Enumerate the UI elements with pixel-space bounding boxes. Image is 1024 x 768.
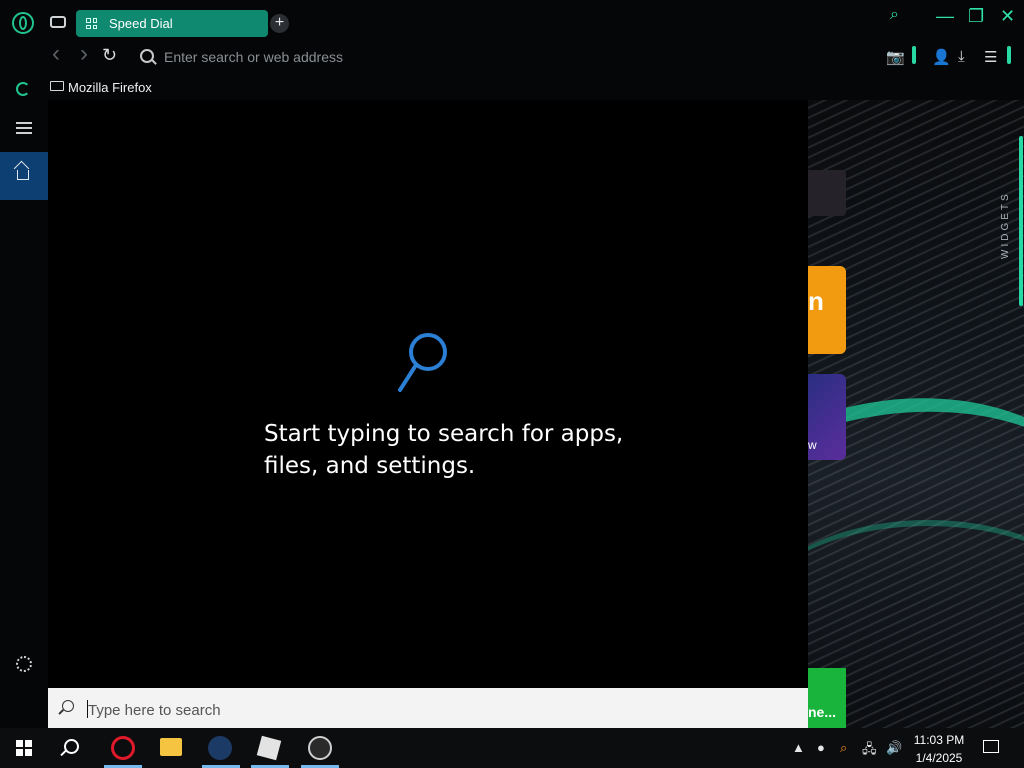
- forward-button[interactable]: ›: [80, 40, 88, 68]
- restore-button[interactable]: ❐: [968, 6, 984, 27]
- close-button[interactable]: ✕: [1000, 6, 1015, 27]
- search-hint-text: Start typing to search for apps, files, …: [264, 418, 644, 482]
- hamburger-menu-icon[interactable]: [16, 122, 32, 134]
- home-icon: [17, 170, 29, 180]
- sync-icon[interactable]: [16, 82, 30, 96]
- minimize-button[interactable]: —: [936, 6, 954, 27]
- start-search-panel: [0, 100, 808, 688]
- settings-gear-icon[interactable]: [16, 656, 32, 672]
- volume-icon[interactable]: 🔊: [886, 740, 902, 756]
- download-icon[interactable]: ⤓: [958, 48, 965, 65]
- new-tab-button[interactable]: +: [270, 14, 289, 33]
- tray-app-icon[interactable]: ▲: [792, 740, 805, 755]
- search-tabs-icon[interactable]: ⌕: [890, 6, 899, 24]
- taskbar-search-input[interactable]: [86, 696, 690, 724]
- camera-icon[interactable]: 📷: [886, 48, 905, 66]
- speed-dial-grid-icon: [86, 18, 97, 29]
- opera-menu-icon[interactable]: [12, 12, 34, 34]
- speed-dial-tile[interactable]: w: [808, 374, 846, 460]
- tile-label: n: [808, 286, 824, 316]
- hint-line: Start typing to search for apps,: [264, 421, 624, 447]
- sidebar-indicator: [912, 46, 916, 64]
- reload-button[interactable]: ↻: [102, 45, 117, 66]
- easy-setup-icon[interactable]: ☰: [984, 48, 997, 66]
- windows-start-icon[interactable]: [16, 740, 32, 756]
- folder-icon: [50, 81, 64, 91]
- address-bar-input[interactable]: [162, 45, 666, 69]
- obs-icon[interactable]: [308, 736, 332, 760]
- speed-dial-tile[interactable]: [808, 170, 846, 216]
- widgets-tab-label[interactable]: WIDGETS: [1000, 180, 1020, 270]
- tile-label: w: [808, 438, 817, 452]
- steam-icon[interactable]: [208, 736, 232, 760]
- taskbar-search-icon[interactable]: [64, 739, 79, 754]
- file-explorer-icon[interactable]: [160, 738, 182, 756]
- tile-label: ne...: [808, 704, 837, 720]
- action-center-icon[interactable]: [983, 740, 999, 753]
- search-icon: [62, 700, 74, 712]
- tab-speed-dial[interactable]: Speed Dial: [76, 10, 268, 37]
- widgets-indicator: [1019, 136, 1023, 306]
- back-button[interactable]: ‹: [52, 40, 60, 68]
- speed-dial-tile[interactable]: n: [808, 266, 846, 354]
- gamepad-icon[interactable]: [50, 16, 66, 28]
- clock-time: 11:03 PM: [913, 733, 965, 747]
- opera-icon[interactable]: [111, 736, 135, 760]
- sidebar-indicator: [1007, 46, 1011, 64]
- account-icon[interactable]: 👤: [932, 48, 951, 66]
- clock-date: 1/4/2025: [915, 751, 963, 765]
- magnifier-icon: [398, 333, 447, 392]
- bookmark-folder-mozilla-firefox[interactable]: Mozilla Firefox: [68, 80, 152, 95]
- system-clock[interactable]: 11:03 PM 1/4/2025: [910, 731, 968, 767]
- text-caret: [87, 700, 88, 718]
- search-icon: [140, 49, 154, 63]
- network-icon[interactable]: 🖧: [862, 740, 877, 762]
- hint-line: files, and settings.: [264, 453, 476, 479]
- speed-dial-tile[interactable]: ne...: [808, 668, 846, 728]
- tray-drop-icon[interactable]: ●: [817, 740, 825, 755]
- tray-search-icon[interactable]: ⌕: [840, 740, 847, 756]
- tab-label: Speed Dial: [109, 16, 173, 31]
